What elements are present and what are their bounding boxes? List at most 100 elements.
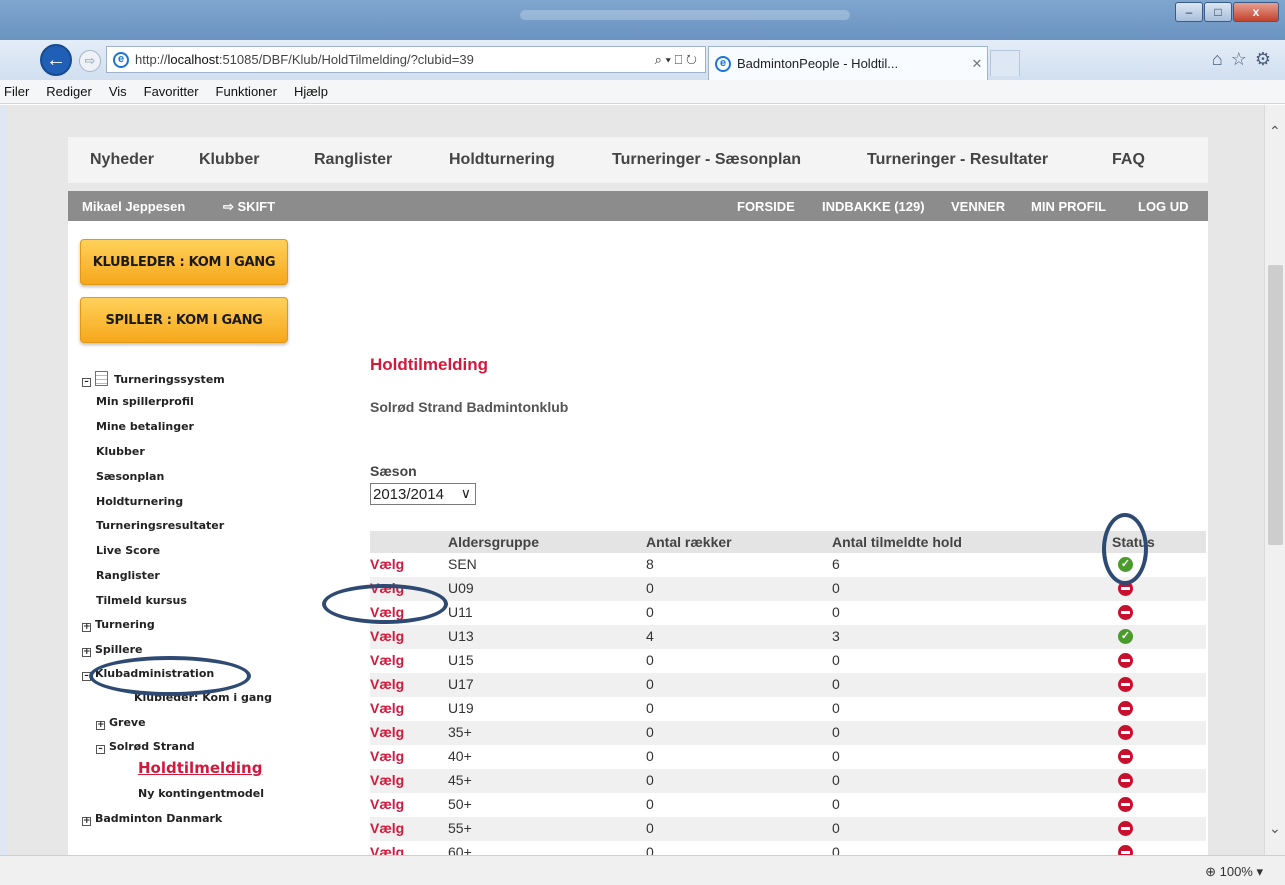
userbar-forside[interactable]: FORSIDE bbox=[737, 199, 795, 214]
table-row: Vælg 50+ 0 0 bbox=[370, 793, 1206, 817]
teams-count-cell: 0 bbox=[832, 604, 840, 620]
user-name[interactable]: Mikael Jeppesen bbox=[82, 199, 185, 214]
teams-count-cell: 0 bbox=[832, 700, 840, 716]
age-group-cell: 60+ bbox=[448, 844, 472, 855]
page-viewport: Nyheder Klubber Ranglister Holdturnering… bbox=[8, 105, 1264, 855]
userbar-log-ud[interactable]: LOG UD bbox=[1138, 199, 1189, 214]
address-bar[interactable]: e http://localhost:51085/DBF/Klub/HoldTi… bbox=[106, 46, 706, 73]
select-link[interactable]: Vælg bbox=[370, 724, 404, 740]
table-row: Vælg 45+ 0 0 bbox=[370, 769, 1206, 793]
forward-button[interactable]: ⇨ bbox=[79, 50, 101, 72]
topmenu-resultater[interactable]: Turneringer - Resultater bbox=[867, 151, 1048, 169]
userbar-indbakke[interactable]: INDBAKKE (129) bbox=[822, 199, 925, 214]
close-window-button[interactable]: x bbox=[1233, 2, 1279, 22]
star-icon[interactable]: ☆ bbox=[1231, 49, 1247, 70]
userbar-min-profil[interactable]: MIN PROFIL bbox=[1031, 199, 1106, 214]
tree-item-klubber[interactable]: Klubber bbox=[96, 445, 145, 458]
topmenu-holdturnering[interactable]: Holdturnering bbox=[449, 151, 555, 169]
rows-count-cell: 4 bbox=[646, 628, 654, 644]
zoom-level[interactable]: ⊕ 100% ▾ bbox=[1205, 864, 1263, 880]
switch-link[interactable]: ⇨ SKIFT bbox=[223, 199, 275, 215]
topmenu-saesonplan[interactable]: Turneringer - Sæsonplan bbox=[612, 151, 801, 169]
tree-item-live-score[interactable]: Live Score bbox=[96, 544, 160, 557]
minimize-button[interactable]: – bbox=[1175, 2, 1203, 22]
status-none-icon bbox=[1118, 845, 1133, 855]
collapse-icon[interactable]: – bbox=[82, 378, 91, 387]
teams-count-cell: 0 bbox=[832, 652, 840, 668]
topmenu-faq[interactable]: FAQ bbox=[1112, 151, 1145, 169]
club-leader-get-started-button[interactable]: KLUBLEDER : KOM I GANG bbox=[80, 239, 288, 285]
tree-item-solrod-strand[interactable]: – Solrød Strand bbox=[96, 740, 195, 754]
expand-icon[interactable]: + bbox=[82, 817, 91, 826]
select-link[interactable]: Vælg bbox=[370, 676, 404, 692]
scrollbar-thumb[interactable] bbox=[1268, 265, 1283, 545]
tree-item-tilmeld-kursus[interactable]: Tilmeld kursus bbox=[96, 594, 187, 607]
tree-item-mine-betalinger[interactable]: Mine betalinger bbox=[96, 420, 194, 433]
select-link[interactable]: Vælg bbox=[370, 556, 404, 572]
userbar-venner[interactable]: VENNER bbox=[951, 199, 1005, 214]
new-tab-button[interactable] bbox=[990, 50, 1020, 76]
tree-item-turnering[interactable]: + Turnering bbox=[82, 618, 155, 632]
menu-vis[interactable]: Vis bbox=[109, 84, 127, 99]
select-link[interactable]: Vælg bbox=[370, 652, 404, 668]
teams-count-cell: 3 bbox=[832, 628, 840, 644]
tree-item-ny-kontingentmodel[interactable]: Ny kontingentmodel bbox=[138, 787, 264, 800]
home-icon[interactable]: ⌂ bbox=[1212, 49, 1223, 70]
tree-item-min-spillerprofil[interactable]: Min spillerprofil bbox=[96, 395, 194, 408]
menu-favoritter[interactable]: Favoritter bbox=[144, 84, 199, 99]
vertical-scrollbar[interactable]: ⌃ ⌄ bbox=[1264, 105, 1285, 855]
back-button[interactable]: ← bbox=[40, 44, 72, 76]
table-row: Vælg U19 0 0 bbox=[370, 697, 1206, 721]
table-row: Vælg U09 0 0 bbox=[370, 577, 1206, 601]
age-group-cell: U19 bbox=[448, 700, 474, 716]
menu-filer[interactable]: Filer bbox=[4, 84, 29, 99]
menu-bar: Filer Rediger Vis Favoritter Funktioner … bbox=[0, 80, 1285, 104]
tree-item-badminton-danmark[interactable]: + Badminton Danmark bbox=[82, 812, 222, 826]
topmenu-nyheder[interactable]: Nyheder bbox=[90, 151, 154, 169]
site-top-menu: Nyheder Klubber Ranglister Holdturnering… bbox=[68, 137, 1208, 183]
tree-item-saesonplan[interactable]: Sæsonplan bbox=[96, 470, 164, 483]
menu-hjaelp[interactable]: Hjælp bbox=[294, 84, 328, 99]
select-link[interactable]: Vælg bbox=[370, 772, 404, 788]
tree-item-spillere[interactable]: + Spillere bbox=[82, 643, 142, 657]
select-link[interactable]: Vælg bbox=[370, 700, 404, 716]
collapse-icon[interactable]: – bbox=[96, 745, 105, 754]
select-link[interactable]: Vælg bbox=[370, 748, 404, 764]
ie-icon: e bbox=[113, 51, 129, 68]
menu-funktioner[interactable]: Funktioner bbox=[216, 84, 277, 99]
select-link[interactable]: Vælg bbox=[370, 796, 404, 812]
tree-root-turneringssystem[interactable]: – Turneringssystem bbox=[82, 371, 225, 387]
browser-statusbar: ⊕ 100% ▾ bbox=[0, 855, 1285, 885]
tree-item-holdtilmelding-active[interactable]: Holdtilmelding bbox=[138, 759, 262, 777]
address-url[interactable]: http://localhost:51085/DBF/Klub/HoldTilm… bbox=[135, 52, 615, 67]
topmenu-ranglister[interactable]: Ranglister bbox=[314, 151, 392, 169]
teams-count-cell: 0 bbox=[832, 676, 840, 692]
tree-item-holdturnering[interactable]: Holdturnering bbox=[96, 495, 183, 508]
select-link[interactable]: Vælg bbox=[370, 628, 404, 644]
scroll-up-icon[interactable]: ⌃ bbox=[1269, 123, 1281, 140]
tree-item-ranglister[interactable]: Ranglister bbox=[96, 569, 160, 582]
select-link[interactable]: Vælg bbox=[370, 820, 404, 836]
menu-rediger[interactable]: Rediger bbox=[46, 84, 92, 99]
tree-item-greve[interactable]: + Greve bbox=[96, 716, 146, 730]
select-link[interactable]: Vælg bbox=[370, 844, 404, 855]
tab-close-icon[interactable]: ✕ bbox=[967, 56, 987, 72]
browser-tab[interactable]: e BadmintonPeople - Holdtil... ✕ bbox=[708, 46, 988, 80]
player-get-started-button[interactable]: SPILLER : KOM I GANG bbox=[80, 297, 288, 343]
age-group-table: Aldersgruppe Antal rækker Antal tilmeldt… bbox=[370, 531, 1206, 855]
maximize-button[interactable]: □ bbox=[1204, 2, 1232, 22]
header-antal-raekker: Antal rækker bbox=[646, 534, 732, 550]
search-refresh-icons[interactable]: ⌕ ▾ ⎕ ↻ bbox=[615, 52, 705, 68]
expand-icon[interactable]: + bbox=[82, 623, 91, 632]
expand-icon[interactable]: + bbox=[96, 721, 105, 730]
scroll-down-icon[interactable]: ⌄ bbox=[1269, 820, 1281, 837]
status-none-icon bbox=[1118, 677, 1133, 692]
gear-icon[interactable]: ⚙ bbox=[1255, 49, 1271, 70]
topmenu-klubber[interactable]: Klubber bbox=[199, 151, 259, 169]
expand-icon[interactable]: + bbox=[82, 648, 91, 657]
rows-count-cell: 0 bbox=[646, 700, 654, 716]
tree-item-turneringsresultater[interactable]: Turneringsresultater bbox=[96, 519, 224, 532]
season-select[interactable]: 2013/2014 ∨ bbox=[370, 483, 476, 505]
age-group-cell: 35+ bbox=[448, 724, 472, 740]
teams-count-cell: 0 bbox=[832, 772, 840, 788]
